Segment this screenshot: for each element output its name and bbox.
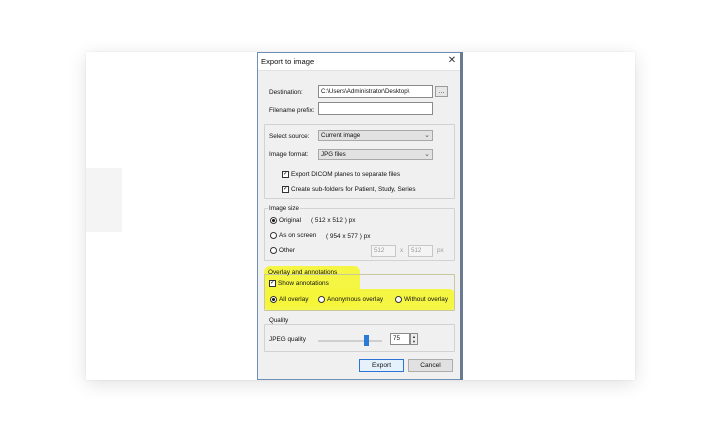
other-size-separator: x bbox=[400, 247, 404, 254]
as-on-screen-radio[interactable] bbox=[270, 232, 277, 239]
slider-thumb[interactable] bbox=[364, 335, 369, 346]
subfolders-checkbox[interactable]: ✓ bbox=[282, 186, 289, 193]
export-to-image-dialog: Export to image ✕ Destination: ... Filen… bbox=[257, 52, 462, 380]
other-size-unit: px bbox=[437, 247, 444, 254]
jpeg-quality-spinbox[interactable]: 75 bbox=[390, 333, 410, 345]
original-label: Original bbox=[279, 217, 302, 224]
cancel-button[interactable]: Cancel bbox=[408, 359, 453, 372]
close-icon[interactable]: ✕ bbox=[445, 54, 459, 68]
anonymous-overlay-radio[interactable] bbox=[318, 296, 325, 303]
window-edge bbox=[460, 52, 463, 380]
chevron-down-icon: ⌄ bbox=[424, 132, 430, 139]
as-on-screen-label: As on screen bbox=[279, 232, 317, 239]
select-source-value: Current image bbox=[321, 132, 361, 139]
overlay-title: Overlay and annotations bbox=[268, 269, 338, 276]
other-radio[interactable] bbox=[270, 247, 277, 254]
export-planes-checkbox[interactable]: ✓ bbox=[282, 171, 289, 178]
anonymous-overlay-label: Anonymous overlay bbox=[327, 296, 384, 303]
dialog-title: Export to image bbox=[261, 57, 315, 66]
browse-button[interactable]: ... bbox=[435, 86, 448, 97]
all-overlay-radio[interactable] bbox=[270, 296, 277, 303]
export-planes-label: Export DICOM planes to separate files bbox=[291, 171, 401, 178]
show-annotations-checkbox[interactable]: ✓ bbox=[269, 280, 276, 287]
original-radio[interactable] bbox=[270, 217, 277, 224]
show-annotations-label: Show annotations bbox=[278, 280, 329, 287]
destination-label: Destination: bbox=[269, 89, 303, 96]
as-on-screen-dims: ( 954 x 577 ) px bbox=[326, 233, 371, 240]
dialog-titlebar: Export to image ✕ bbox=[258, 53, 461, 71]
image-format-label: Image format: bbox=[269, 151, 309, 158]
image-format-dropdown[interactable]: JPG files ⌄ bbox=[318, 149, 433, 160]
image-format-value: JPG files bbox=[321, 151, 346, 158]
subfolders-label: Create sub-folders for Patient, Study, S… bbox=[291, 186, 416, 193]
image-size-title: Image size bbox=[268, 205, 300, 212]
export-button[interactable]: Export bbox=[359, 359, 404, 372]
spin-arrows-icon[interactable]: ▲ ▼ bbox=[410, 333, 418, 345]
jpeg-quality-slider[interactable] bbox=[318, 340, 382, 342]
jpeg-quality-label: JPEG quality bbox=[269, 336, 306, 343]
all-overlay-label: All overlay bbox=[279, 296, 309, 303]
select-source-dropdown[interactable]: Current image ⌄ bbox=[318, 130, 433, 141]
other-width-input[interactable]: 512 bbox=[371, 245, 396, 257]
chevron-down-icon: ⌄ bbox=[424, 151, 430, 158]
without-overlay-label: Without overlay bbox=[404, 296, 449, 303]
filename-prefix-input[interactable] bbox=[318, 102, 433, 115]
background-ghost-block bbox=[86, 168, 122, 232]
other-label: Other bbox=[279, 247, 295, 254]
without-overlay-radio[interactable] bbox=[395, 296, 402, 303]
other-height-input[interactable]: 512 bbox=[408, 245, 433, 257]
select-source-label: Select source: bbox=[269, 133, 310, 140]
destination-input[interactable] bbox=[318, 85, 433, 98]
original-dims: ( 512 x 512 ) px bbox=[311, 217, 356, 224]
filename-prefix-label: Filename prefix: bbox=[269, 107, 315, 114]
quality-title: Quality bbox=[268, 317, 290, 324]
